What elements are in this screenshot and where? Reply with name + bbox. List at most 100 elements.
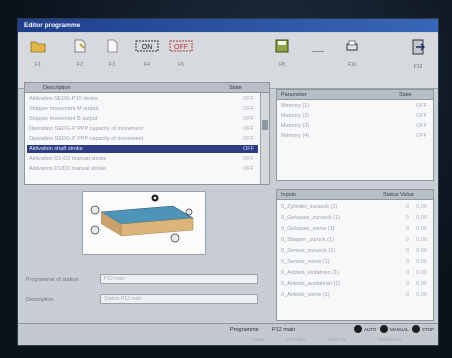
list-item[interactable]: Operation SEDG-P PPP capacity of movemen… xyxy=(27,135,258,143)
shortcut-label: F1 xyxy=(35,62,41,68)
list-item[interactable]: Stopper movement M output OFF xyxy=(27,105,258,113)
page-button[interactable]: F3 xyxy=(100,39,124,75)
step-state: OFF xyxy=(243,96,254,102)
status-programme-label: Programme xyxy=(230,327,259,333)
input-value: 0.00 xyxy=(416,270,427,276)
step-state: OFF xyxy=(243,106,254,112)
list-header: Parameter State xyxy=(277,90,433,100)
station-programme-field[interactable]: P12 main xyxy=(100,274,258,284)
on-button[interactable]: ON F4 xyxy=(132,39,162,75)
program-steps-list[interactable]: Description State Aktivation SEDG-P10 st… xyxy=(24,82,270,185)
input-status: 0 xyxy=(405,292,409,298)
column-inputs[interactable]: Inputs xyxy=(281,192,296,198)
on-off-icon: ON xyxy=(135,40,159,52)
input-status: 0 xyxy=(405,259,409,265)
list-item-selected[interactable]: Aktivation shaft stroke OFF xyxy=(27,145,258,153)
status-item: Ready xyxy=(252,337,266,342)
document-icon xyxy=(74,39,86,53)
shortcut-label: F8 xyxy=(279,62,285,68)
list-scrollbar[interactable] xyxy=(260,93,269,184)
list-item[interactable]: 0_Antrieb_vorne (1) 0 0.00 xyxy=(279,291,431,299)
step-state: OFF xyxy=(243,166,254,172)
list-item[interactable]: Operation SEDG-P PPP capacity of movemen… xyxy=(27,125,258,133)
column-state[interactable]: State xyxy=(229,85,242,91)
manual-indicator-icon xyxy=(380,325,388,333)
off-icon: OFF xyxy=(169,40,193,52)
folder-icon xyxy=(30,41,46,53)
status-bar: Programme P12 main AUTO MANUAL STOP Read… xyxy=(18,323,438,345)
step-label: Aktivation SEDG-P10 stroke xyxy=(29,96,99,102)
folder-button[interactable]: F1 xyxy=(26,39,50,75)
step-label: Operation SEDG-P PPP capacity of movemen… xyxy=(29,136,144,142)
exit-button[interactable]: F12 xyxy=(406,39,430,75)
shortcut-label: F3 xyxy=(109,62,115,68)
column-description[interactable]: Description xyxy=(43,85,71,91)
station-diagram xyxy=(90,194,194,243)
toolbar-separator xyxy=(312,51,324,52)
input-label: 0_Sensor_vorne (1) xyxy=(281,259,330,265)
description-field[interactable]: Station P12 main xyxy=(100,294,258,304)
input-status: 0 xyxy=(405,248,409,254)
stop-indicator-icon xyxy=(412,325,420,333)
parameter-state: OFF xyxy=(416,113,427,119)
input-label: 0_Gehause_zurueck (1) xyxy=(281,215,341,221)
step-state: OFF xyxy=(243,136,254,142)
list-item[interactable]: Memory (1) OFF xyxy=(279,102,431,110)
step-state: OFF xyxy=(243,126,254,132)
save-button[interactable]: F8 xyxy=(270,39,294,75)
step-label: Aktivation D1-D2 manual stroke xyxy=(29,156,107,162)
svg-text:OFF: OFF xyxy=(174,44,188,51)
list-item[interactable]: 0_Zylinder_zurueck (1) 0 0.00 xyxy=(279,203,431,211)
exit-icon xyxy=(412,39,425,55)
list-item[interactable]: Memory (2) OFF xyxy=(279,112,431,120)
svg-text:ON: ON xyxy=(142,44,153,51)
input-value: 0.00 xyxy=(416,292,427,298)
input-label: 0_Stopper_zuruck (1) xyxy=(281,237,334,243)
input-value: 0.00 xyxy=(416,248,427,254)
list-item[interactable]: Aktivation D1-D2 manual stroke OFF xyxy=(27,155,258,163)
list-item[interactable]: Aktivation SEDG-P10 stroke OFF xyxy=(27,95,258,103)
list-item[interactable]: 0_Sensor_vorne (1) 0 0.00 xyxy=(279,258,431,266)
save-icon xyxy=(275,39,289,53)
step-state: OFF xyxy=(243,156,254,162)
shortcut-label: F2 xyxy=(77,62,83,68)
scrollbar-thumb[interactable] xyxy=(262,120,268,130)
list-item[interactable]: Memory (4) OFF xyxy=(279,132,431,140)
status-item: 15:37:19 xyxy=(328,337,346,342)
list-header: Description State xyxy=(25,83,269,93)
input-value: 0.00 xyxy=(416,226,427,232)
parameter-label: Memory (1) xyxy=(281,103,310,109)
document-button[interactable]: F2 xyxy=(68,39,92,75)
list-item[interactable]: 0_Sensor_zurueck (1) 0 0.00 xyxy=(279,247,431,255)
list-item[interactable]: 0_Antrieb_einfahren (1) 0 0.00 xyxy=(279,269,431,277)
parameters-list[interactable]: Parameter State Memory (1) OFF Memory (2)… xyxy=(276,89,434,181)
input-status: 0 xyxy=(405,270,409,276)
column-state[interactable]: State xyxy=(399,92,412,98)
list-item[interactable]: 0_Gehause_zurueck (1) 0 0.00 xyxy=(279,214,431,222)
shortcut-label: F10 xyxy=(347,62,357,68)
parameter-label: Memory (2) xyxy=(281,113,310,119)
auto-indicator-icon xyxy=(354,325,362,333)
print-icon xyxy=(346,40,358,51)
list-item[interactable]: 0_Gehause_vorne (1) 0 0.00 xyxy=(279,225,431,233)
input-status: 0 xyxy=(405,237,409,243)
inputs-list[interactable]: Inputs Status Value 0_Zylinder_zurueck (… xyxy=(276,189,434,321)
shortcut-label: F5 xyxy=(178,62,184,68)
list-item[interactable]: 0_Antrieb_ausfahren (1) 0 0.00 xyxy=(279,280,431,288)
toolbar: F1 F2 F3 ON F4 OFF F5 F8 F10 F12 xyxy=(18,33,438,89)
list-item[interactable]: Stopper movement B output OFF xyxy=(27,115,258,123)
column-parameter[interactable]: Parameter xyxy=(281,92,307,98)
parameter-label: Memory (4) xyxy=(281,133,310,139)
input-label: 0_Antrieb_vorne (1) xyxy=(281,292,330,298)
off-button[interactable]: OFF F5 xyxy=(166,39,196,75)
column-status-value[interactable]: Status Value xyxy=(383,192,414,198)
step-label: Stopper movement M output xyxy=(29,106,99,112)
list-item[interactable]: Aktivation D1/D2 manual stroke OFF xyxy=(27,165,258,173)
input-value: 0.00 xyxy=(416,281,427,287)
print-button[interactable]: F10 xyxy=(340,39,364,75)
list-item[interactable]: 0_Stopper_zuruck (1) 0 0.00 xyxy=(279,236,431,244)
list-header: Inputs Status Value xyxy=(277,190,433,200)
input-label: 0_Gehause_vorne (1) xyxy=(281,226,335,232)
step-label: Aktivation D1/D2 manual stroke xyxy=(29,166,107,172)
list-item[interactable]: Memory (3) OFF xyxy=(279,122,431,130)
